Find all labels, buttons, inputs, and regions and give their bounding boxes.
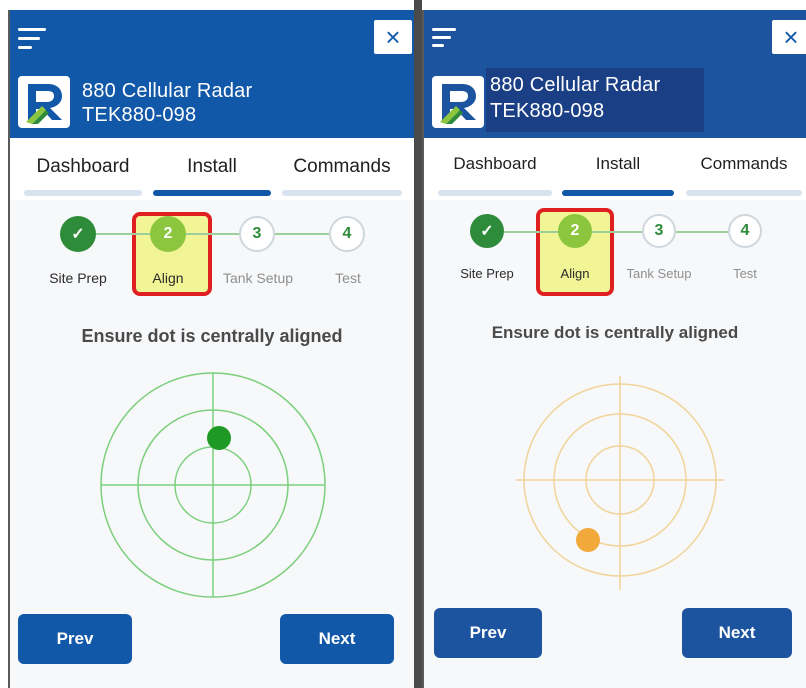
tab-commands[interactable]: Commands [282, 138, 402, 200]
tab-indicator [562, 190, 674, 196]
prev-button[interactable]: Prev [18, 614, 132, 664]
tab-indicator [24, 190, 142, 196]
alignment-instruction: Ensure dot is centrally aligned [81, 326, 343, 346]
tab-commands[interactable]: Commands [686, 138, 802, 200]
close-icon[interactable]: × [374, 20, 412, 54]
step-connector [96, 233, 152, 235]
menu-icon[interactable] [432, 28, 460, 50]
panel-divider [414, 0, 422, 688]
alignment-radar [100, 372, 326, 598]
tab-indicator [438, 190, 552, 196]
app-header: × 880 Cellular Radar TEK880-098 [10, 10, 414, 138]
tab-label: Commands [293, 156, 391, 177]
logo-icon [432, 76, 484, 128]
step-4-circle: 4 [329, 216, 365, 252]
step-connector [676, 231, 728, 233]
tab-label: Dashboard [453, 154, 537, 173]
next-button[interactable]: Next [280, 614, 394, 664]
comparison-screenshot: × 880 Cellular Radar TEK880-098 Dashboar… [0, 0, 806, 688]
logo-icon [18, 76, 70, 128]
tab-install[interactable]: Install [562, 138, 674, 200]
step-1-check-icon: ✓ [470, 214, 504, 248]
prev-button[interactable]: Prev [434, 608, 542, 658]
tab-install[interactable]: Install [153, 138, 271, 200]
step-connector [504, 231, 560, 233]
app-header: × 880 Cellular Radar TEK880-098 [424, 10, 806, 138]
step-4-circle: 4 [728, 214, 762, 248]
next-button[interactable]: Next [682, 608, 792, 658]
tab-dashboard[interactable]: Dashboard [438, 138, 552, 200]
step-connector [186, 233, 240, 235]
step-connector [592, 231, 642, 233]
tab-indicator [686, 190, 802, 196]
device-id: TEK880-098 [490, 100, 605, 122]
tab-indicator [282, 190, 402, 196]
step-connector [274, 233, 330, 235]
step-label-test: Test [335, 270, 361, 286]
install-stepper: ✓ 2 3 4 Site Prep Align Tank Setup Test [424, 200, 806, 320]
step-3-circle: 3 [239, 216, 275, 252]
install-stepper: ✓ 2 3 4 Site Prep Align Tank Setup Test [10, 200, 414, 320]
close-icon[interactable]: × [772, 20, 806, 54]
step-2-circle: 2 [150, 216, 186, 252]
tab-label: Install [595, 154, 641, 173]
right-phone-screen: × 880 Cellular Radar TEK880-098 Dashboar… [422, 10, 806, 688]
tab-label: Install [187, 156, 237, 177]
device-name: 880 Cellular Radar [490, 74, 661, 96]
alignment-radar [516, 376, 724, 590]
left-phone-screen: × 880 Cellular Radar TEK880-098 Dashboar… [8, 10, 414, 688]
alignment-dot [576, 528, 600, 552]
tab-label: Commands [700, 154, 788, 173]
step-label-test: Test [733, 266, 757, 281]
step-3-circle: 3 [642, 214, 676, 248]
tab-bar: Dashboard Install Commands [424, 138, 806, 200]
step-1-check-icon: ✓ [60, 216, 96, 252]
step-2-circle: 2 [558, 214, 592, 248]
device-name: 880 Cellular Radar [82, 80, 253, 102]
menu-icon[interactable] [18, 28, 46, 50]
tab-bar: Dashboard Install Commands [10, 138, 414, 200]
alignment-dot [207, 426, 231, 450]
tab-dashboard[interactable]: Dashboard [24, 138, 142, 200]
device-id: TEK880-098 [82, 104, 197, 126]
alignment-instruction: Ensure dot is centrally aligned [491, 323, 739, 342]
tab-label: Dashboard [36, 156, 130, 177]
tab-indicator [153, 190, 271, 196]
